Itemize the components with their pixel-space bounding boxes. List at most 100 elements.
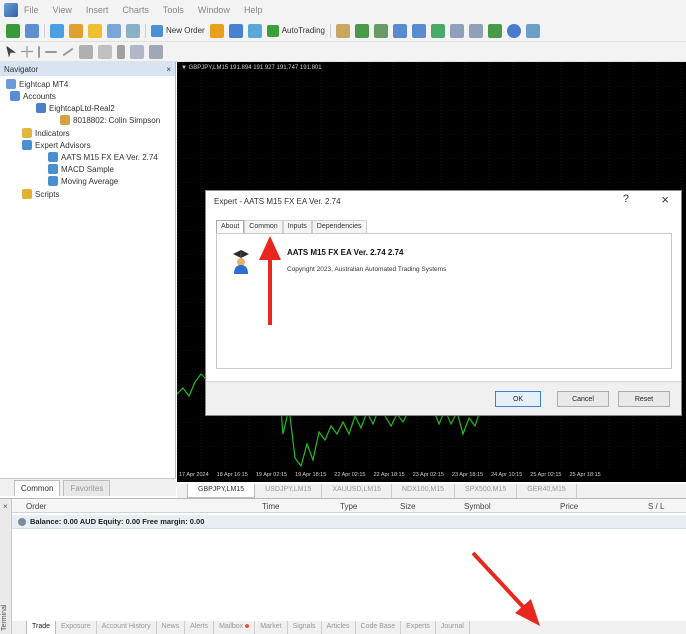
menu-window[interactable]: Window [198,5,230,15]
tab-inputs[interactable]: Inputs [282,220,312,234]
tab-market[interactable]: Market [255,621,288,634]
tab-common[interactable]: Common [244,220,283,234]
tab-symbol-usdjpy[interactable]: USDJPY,LM15 [255,484,323,498]
new-chart-icon[interactable] [6,23,20,38]
vertical-line-icon[interactable] [38,45,40,58]
tab-code-base[interactable]: Code Base [356,621,402,634]
tree-item-indicators[interactable]: Indicators [22,128,70,138]
tab-symbol-gbpjpy[interactable]: GBPJPY,LM15 [187,484,256,498]
column-price[interactable]: Price [560,502,578,511]
new-order-button[interactable]: New Order [151,24,205,37]
date-label: 23 Apr 02:15 [412,472,444,478]
terminal-close-icon[interactable]: × [3,502,8,511]
tab-common[interactable]: Common [14,480,61,496]
fibonacci-icon[interactable] [98,44,112,59]
ok-button[interactable]: OK [495,391,541,407]
tree-item-expert-advisors[interactable]: Expert Advisors [22,140,91,150]
close-icon[interactable]: × [661,192,669,207]
line-chart-icon[interactable] [373,23,388,38]
column-size[interactable]: Size [400,502,416,511]
menu-charts[interactable]: Charts [122,5,149,15]
chart-shift-icon[interactable] [449,23,464,38]
menu-insert[interactable]: Insert [86,5,109,15]
column-type[interactable]: Type [340,502,357,511]
tab-mailbox[interactable]: Mailbox [214,621,256,634]
menu-bar: File View Insert Charts Tools Window Hel… [0,0,686,20]
tab-symbol-ger40[interactable]: GER40,M15 [517,484,577,498]
tab-journal[interactable]: Journal [436,621,470,634]
zoom-in-icon[interactable] [392,23,407,38]
candlestick-icon[interactable] [354,23,369,38]
menu-file[interactable]: File [24,5,39,15]
tab-about[interactable]: About [216,220,245,234]
periodicity-icon[interactable] [506,23,521,38]
cursor-icon[interactable] [6,45,16,58]
tab-account-history[interactable]: Account History [97,621,157,634]
tree-item-ea-macd[interactable]: MACD Sample [48,164,114,174]
profiles-icon[interactable] [25,23,39,38]
autotrading-button[interactable]: AutoTrading [266,24,325,37]
tile-windows-icon[interactable] [430,23,445,38]
crosshair-icon[interactable] [21,45,33,58]
column-symbol[interactable]: Symbol [464,502,491,511]
tab-symbol-ndx100[interactable]: NDX100,M15 [392,484,456,498]
templates-icon[interactable] [525,23,540,38]
tree-item-server[interactable]: EightcapLtd-Real2 [36,103,115,113]
tab-experts[interactable]: Experts [401,621,436,634]
date-label: 22 Apr 02:15 [334,472,366,478]
autoscroll-icon[interactable] [468,23,483,38]
arrows-icon[interactable] [149,44,163,59]
menu-tools[interactable]: Tools [163,5,184,15]
tree-item-ea-moving-average[interactable]: Moving Average [48,176,118,186]
toolbar-separator [145,23,146,38]
menu-help[interactable]: Help [244,5,263,15]
tree-item-accounts[interactable]: Accounts [10,91,56,101]
tab-articles[interactable]: Articles [322,621,356,634]
tree-item-ea-aats[interactable]: AATS M15 FX EA Ver. 2.74 [48,152,158,162]
date-label: 19 Apr 02:15 [255,472,288,478]
market-watch-icon[interactable] [50,23,64,38]
zoom-out-icon[interactable] [411,23,426,38]
column-order[interactable]: Order [26,502,46,511]
tree-label: Indicators [35,128,70,138]
tab-symbol-xauusd[interactable]: XAUUSD,LM15 [322,484,392,498]
tab-trade[interactable]: Trade [26,621,57,634]
metaeditor-icon[interactable] [209,23,224,38]
tab-news[interactable]: News [157,621,186,634]
tree-item-scripts[interactable]: Scripts [22,189,59,199]
tab-favorites[interactable]: Favorites [63,480,111,496]
history-icon[interactable] [228,23,243,38]
indicators-list-icon[interactable] [487,23,502,38]
horizontal-line-icon[interactable] [45,50,57,53]
strategy-tester-icon[interactable] [126,23,140,38]
tab-alerts[interactable]: Alerts [185,621,215,634]
tab-symbol-spx500[interactable]: SPX500,M15 [455,484,518,498]
menu-view[interactable]: View [53,5,72,15]
cancel-button[interactable]: Cancel [557,391,609,407]
terminal-icon[interactable] [107,23,121,38]
balance-row[interactable]: Balance: 0.00 AUD Equity: 0.00 Free marg… [12,515,686,529]
tree-item-account[interactable]: 8018802: Colin Simpson [60,115,160,125]
options-icon[interactable] [247,23,262,38]
tree-item-root[interactable]: Eightcap MT4 [6,79,68,89]
navigator-close-icon[interactable]: × [166,65,171,74]
tab-exposure[interactable]: Exposure [56,621,97,634]
tab-signals[interactable]: Signals [288,621,322,634]
date-label: 19 Apr 18:15 [295,472,327,478]
text-label-icon[interactable] [130,44,144,59]
navigator-panel: Navigator × Eightcap MT4 Accounts Eightc… [0,62,176,482]
balance-icon [18,517,26,526]
reset-button[interactable]: Reset [618,391,670,407]
equidistant-channel-icon[interactable] [79,44,93,59]
column-time[interactable]: Time [262,502,279,511]
text-icon[interactable] [117,44,125,59]
trendline-icon[interactable] [62,47,74,56]
tab-dependencies[interactable]: Dependencies [311,220,367,234]
bar-chart-icon[interactable] [335,23,350,38]
navigator-icon[interactable] [88,23,102,38]
column-sl[interactable]: S / L [648,502,664,511]
navigator-header: Navigator × [0,62,175,76]
help-icon[interactable]: ? [623,193,629,205]
data-window-icon[interactable] [69,23,83,38]
tree-label: EightcapLtd-Real2 [49,103,115,113]
